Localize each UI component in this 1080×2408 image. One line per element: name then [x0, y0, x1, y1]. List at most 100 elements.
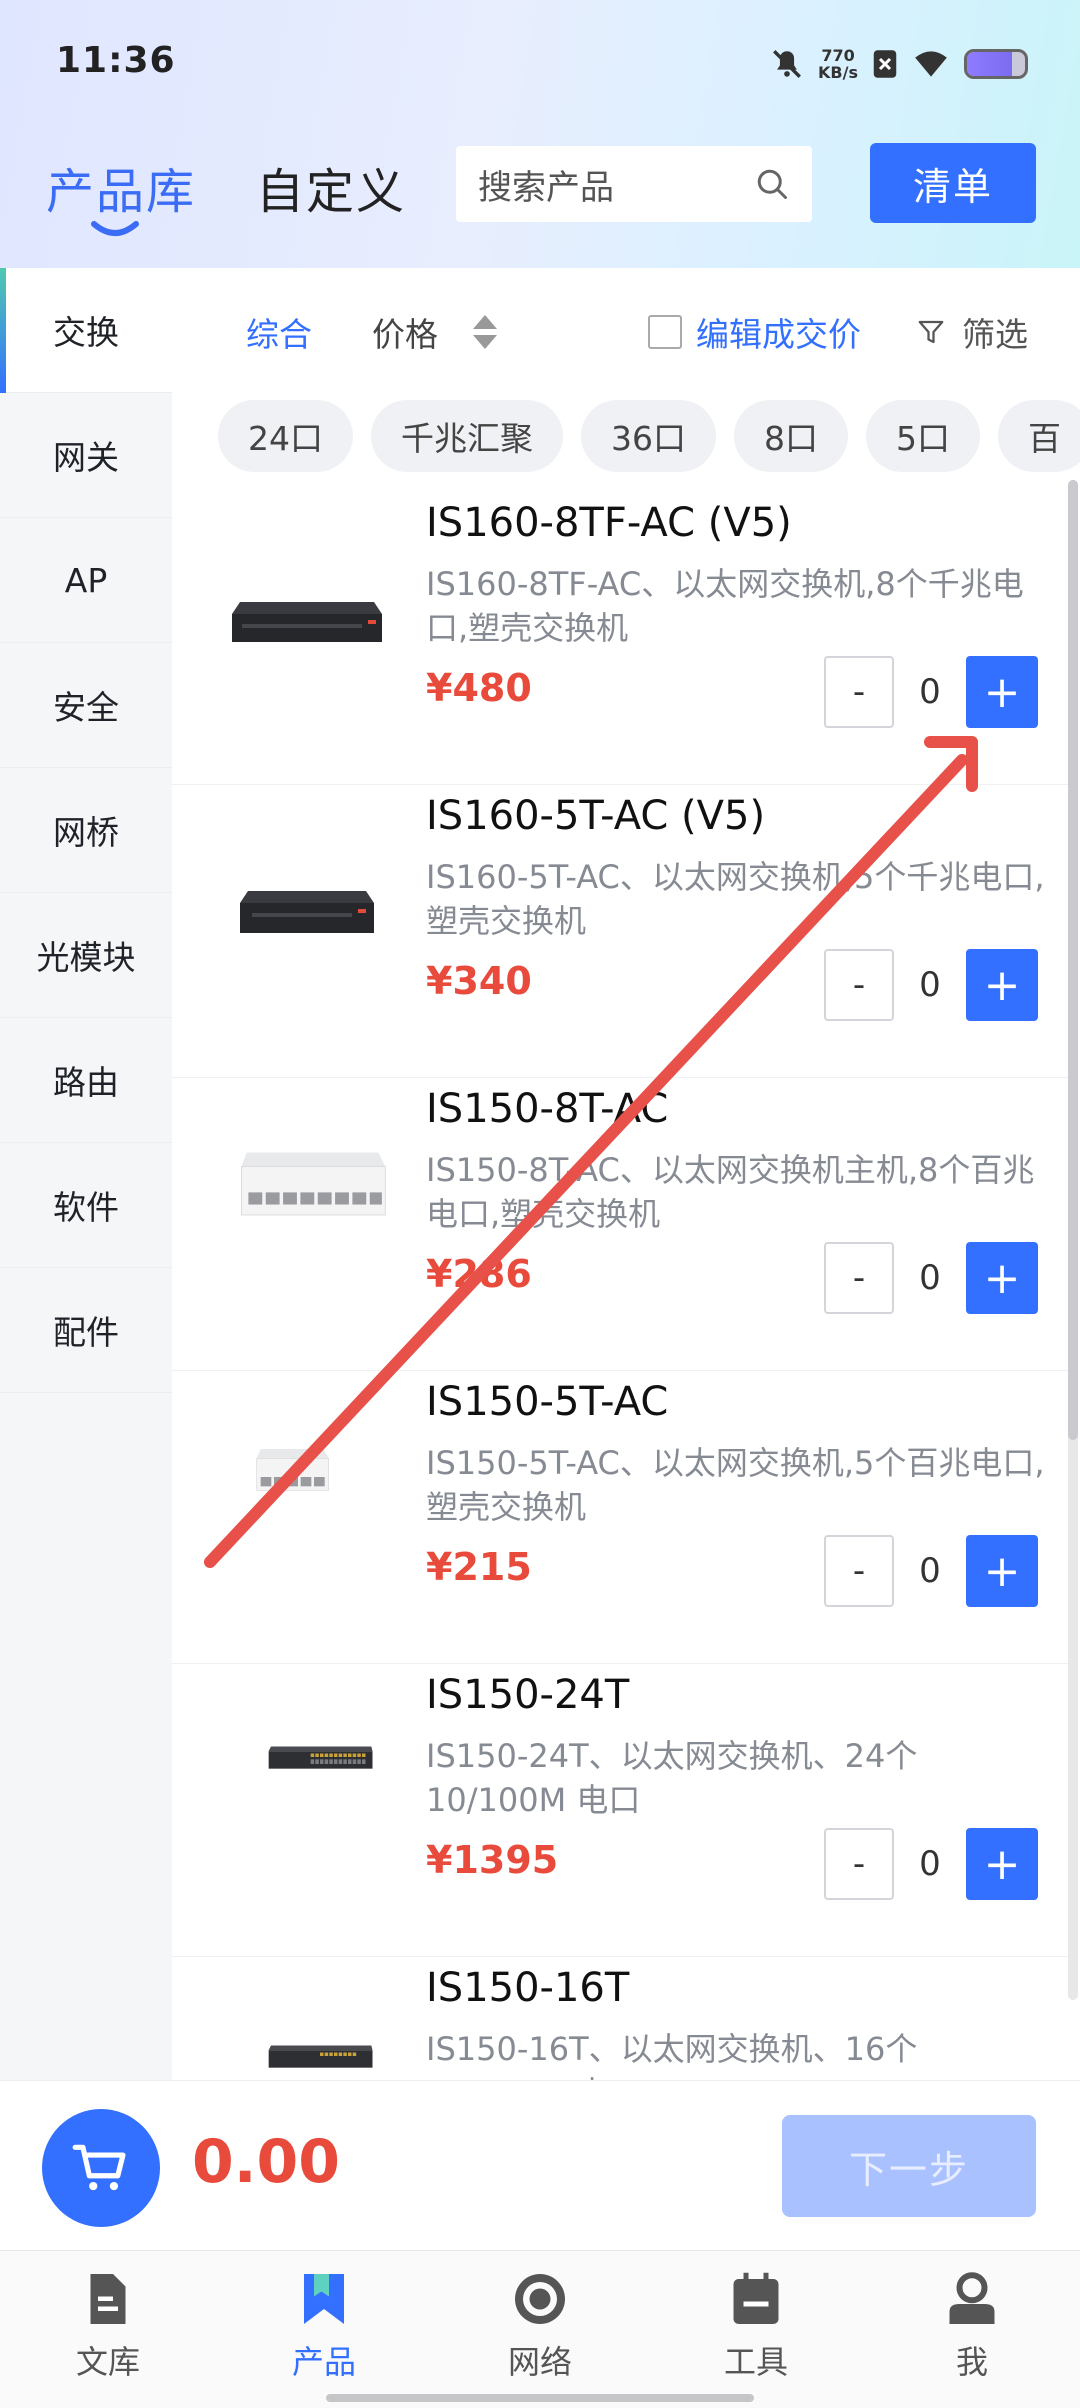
- sidebar-item-bridge[interactable]: 网桥: [0, 768, 172, 893]
- chip-gigabit-aggregation[interactable]: 千兆汇聚: [371, 400, 563, 472]
- decrease-button[interactable]: -: [824, 949, 894, 1021]
- product-card[interactable]: IS150-24T IS150-24T、以太网交换机、24个10/100M 电口…: [172, 1664, 1070, 1957]
- decrease-button[interactable]: -: [824, 1535, 894, 1607]
- net-speed-unit: KB/s: [818, 63, 858, 82]
- nav-label: 我: [955, 2343, 988, 2381]
- sort-comprehensive[interactable]: 综合: [246, 308, 312, 356]
- sort-arrows-icon[interactable]: [470, 312, 500, 352]
- cart-total: 0.00: [192, 2127, 341, 2197]
- product-name: IS150-24T: [426, 1672, 630, 1718]
- person-icon: [949, 2272, 995, 2324]
- nav-network[interactable]: 网络: [470, 2269, 610, 2383]
- list-button[interactable]: 清单: [870, 143, 1036, 223]
- sidebar-item-software[interactable]: 软件: [0, 1143, 172, 1268]
- nav-library[interactable]: 文库: [38, 2269, 178, 2383]
- cart-button[interactable]: [42, 2109, 160, 2227]
- status-bar: 11:36 770 KB/s: [0, 0, 1080, 120]
- increase-button[interactable]: +: [966, 949, 1038, 1021]
- home-indicator: [326, 2394, 754, 2402]
- calendar-tool-icon: [733, 2272, 779, 2324]
- product-name: IS150-8T-AC: [426, 1086, 669, 1132]
- search-placeholder: 搜索产品: [478, 167, 614, 208]
- sidebar-item-router[interactable]: 路由: [0, 1018, 172, 1143]
- product-list: IS160-8TF-AC (V5) IS160-8TF-AC、以太网交换机,8个…: [172, 492, 1070, 2080]
- product-price: ¥340: [426, 959, 532, 1003]
- product-name: IS150-16T: [426, 1965, 630, 2011]
- next-step-button[interactable]: 下一步: [782, 2115, 1036, 2217]
- increase-button[interactable]: +: [966, 656, 1038, 728]
- quantity-value: 0: [919, 1258, 941, 1298]
- chip-partial[interactable]: 百: [998, 400, 1080, 472]
- sidebar-item-security[interactable]: 安全: [0, 643, 172, 768]
- product-desc: IS150-5T-AC、以太网交换机,5个百兆电口,塑壳交换机: [426, 1444, 1045, 1526]
- product-name: IS160-8TF-AC (V5): [426, 500, 792, 546]
- quantity-stepper: - 0 +: [824, 1535, 1038, 1607]
- switch-image: [241, 1152, 386, 1216]
- chip-36-port[interactable]: 36口: [581, 400, 716, 472]
- app-header: 11:36 770 KB/s 产品库 自定义 搜索产品 清单: [0, 0, 1080, 268]
- edit-price-checkbox[interactable]: [648, 315, 682, 349]
- target-icon: [515, 2274, 565, 2324]
- product-desc: IS150-8T-AC、以太网交换机主机,8个百兆 电口,塑壳交换机: [426, 1151, 1035, 1233]
- product-desc: IS150-24T、以太网交换机、24个10/100M 电口: [426, 1737, 918, 1819]
- nav-me[interactable]: 我: [902, 2269, 1042, 2383]
- tab-active-indicator: [91, 221, 139, 236]
- sidebar-item-ap[interactable]: AP: [0, 518, 172, 643]
- scrollbar[interactable]: [1068, 480, 1078, 2000]
- product-card[interactable]: IS150-8T-AC IS150-8T-AC、以太网交换机主机,8个百兆 电口…: [172, 1078, 1070, 1371]
- nav-label: 文库: [75, 2343, 140, 2381]
- tab-custom[interactable]: 自定义: [256, 152, 406, 222]
- tag-chip-row: 24口 千兆汇聚 36口 8口 5口 百: [172, 392, 1080, 492]
- sidebar-item-gateway[interactable]: 网关: [0, 393, 172, 518]
- search-input[interactable]: 搜索产品: [456, 146, 812, 222]
- product-desc: IS150-16T、以太网交换机、16个10/100M 电口: [426, 2030, 918, 2080]
- tab-product-library[interactable]: 产品库: [46, 152, 196, 222]
- product-name: IS160-5T-AC (V5): [426, 793, 766, 839]
- chip-8-port[interactable]: 8口: [734, 400, 848, 472]
- category-sidebar: 交换 网关 AP 安全 网桥 光模块 路由 软件 配件: [0, 268, 172, 2080]
- sidebar-item-optical-module[interactable]: 光模块: [0, 893, 172, 1018]
- wifi-icon: [915, 51, 947, 77]
- increase-button[interactable]: +: [966, 1828, 1038, 1900]
- switch-image: [240, 891, 374, 933]
- decrease-button[interactable]: -: [824, 1828, 894, 1900]
- status-time: 11:36: [56, 40, 176, 81]
- search-icon: [757, 169, 787, 199]
- quantity-stepper: - 0 +: [824, 1828, 1038, 1900]
- status-icons: 770 KB/s: [770, 42, 1028, 86]
- nav-products[interactable]: 产品: [254, 2269, 394, 2383]
- nav-label: 网络: [507, 2343, 572, 2381]
- increase-button[interactable]: +: [966, 1242, 1038, 1314]
- increase-button[interactable]: +: [966, 1535, 1038, 1607]
- sidebar-item-switch[interactable]: 交换: [0, 268, 172, 393]
- sidebar-item-accessories[interactable]: 配件: [0, 1268, 172, 1393]
- quantity-stepper: - 0 +: [824, 656, 1038, 728]
- switch-image: [256, 1449, 329, 1491]
- switch-image: [232, 602, 382, 642]
- product-price: ¥1395: [426, 1838, 559, 1882]
- decrease-button[interactable]: -: [824, 1242, 894, 1314]
- nav-label: 产品: [291, 2343, 356, 2381]
- funnel-icon: [918, 320, 944, 344]
- product-price: ¥215: [426, 1545, 532, 1589]
- net-speed: 770 KB/s: [818, 47, 858, 81]
- cart-bar: 0.00 下一步: [0, 2080, 1080, 2250]
- product-card[interactable]: IS150-5T-AC IS150-5T-AC、以太网交换机,5个百兆电口,塑壳…: [172, 1371, 1070, 1664]
- product-price: ¥480: [426, 666, 532, 710]
- edit-price-toggle[interactable]: 编辑成交价: [648, 308, 861, 356]
- scrollbar-thumb[interactable]: [1068, 480, 1078, 1440]
- decrease-button[interactable]: -: [824, 656, 894, 728]
- quantity-value: 0: [919, 965, 941, 1005]
- sort-price[interactable]: 价格: [372, 308, 438, 356]
- nav-tools[interactable]: 工具: [686, 2269, 826, 2383]
- chip-5-port[interactable]: 5口: [866, 400, 980, 472]
- filter-button[interactable]: 筛选: [916, 308, 1028, 356]
- cart-icon: [72, 2144, 126, 2191]
- chip-24-port[interactable]: 24口: [218, 400, 353, 472]
- product-card[interactable]: IS150-16T IS150-16T、以太网交换机、16个10/100M 电口: [172, 1957, 1070, 2080]
- product-card[interactable]: IS160-8TF-AC (V5) IS160-8TF-AC、以太网交换机,8个…: [172, 492, 1070, 785]
- quantity-stepper: - 0 +: [824, 949, 1038, 1021]
- quantity-value: 0: [919, 672, 941, 712]
- product-desc: IS160-5T-AC、以太网交换机,5个千兆电口,塑壳交换机: [426, 858, 1045, 940]
- product-card[interactable]: IS160-5T-AC (V5) IS160-5T-AC、以太网交换机,5个千兆…: [172, 785, 1070, 1078]
